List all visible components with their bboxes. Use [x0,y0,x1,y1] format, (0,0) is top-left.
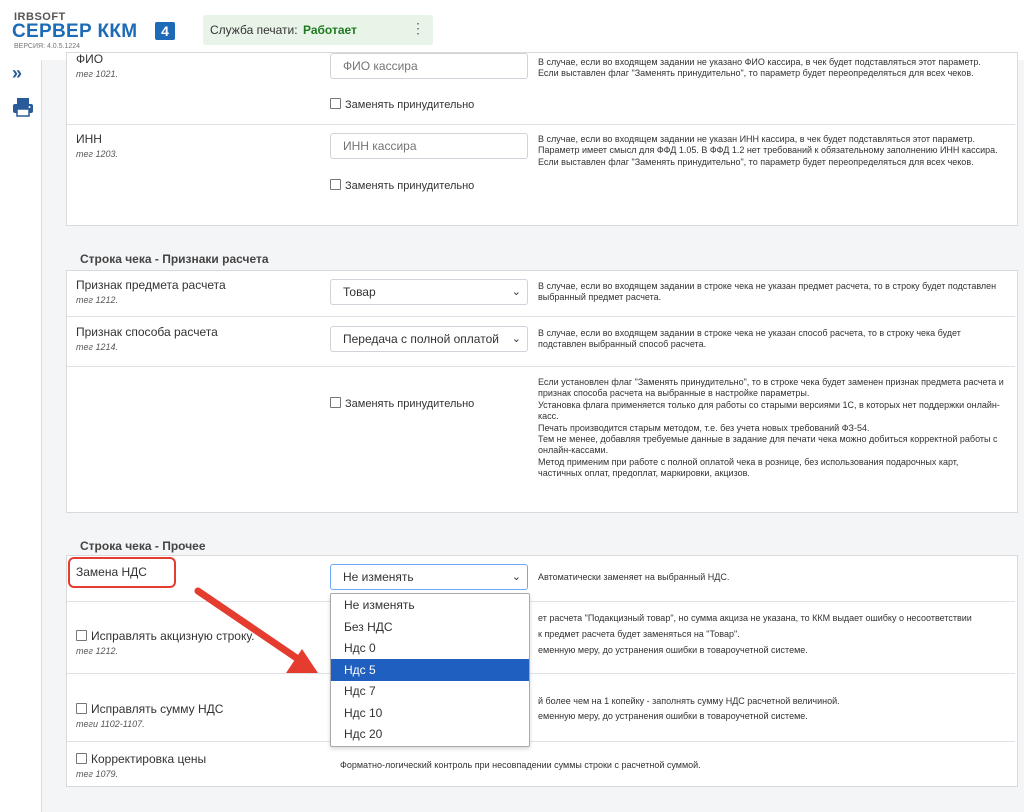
section-title-other: Строка чека - Прочее [80,539,206,553]
method-label: Признак способа расчета [76,325,218,339]
fio-force-label: Заменять принудительно [345,99,475,111]
print-service-label: Служба печати: [210,23,298,37]
desc-line: Печать производится старым методом, т.е.… [538,422,870,433]
fio-description: В случае, если во входящем задании не ук… [538,57,1004,80]
excise-description: ет расчета "Подакцизный товар", но сумма… [538,610,1004,658]
subject-description: В случае, если во входящем задании в стр… [538,281,997,303]
desc-line: Если выставлен флаг "Заменять принудител… [538,156,974,167]
kebab-menu-icon[interactable]: ⋮ [411,20,425,40]
fio-tag: тег 1021. [76,69,118,79]
inn-tag: тег 1203. [76,149,118,159]
logo-title: СЕРВЕР ККМ [12,21,138,42]
fio-force-checkbox[interactable]: Заменять принудительно [330,98,474,111]
inn-label: ИНН [76,132,102,146]
chevron-down-icon: ⌄ [511,286,521,298]
checkbox-icon [76,753,87,764]
excise-tag: тег 1212. [76,646,118,656]
subject-label: Признак предмета расчета [76,278,226,292]
desc-line: Параметр имеет смысл для ФФД 1.05. В ФФД… [538,145,998,156]
desc-line: Метод применим при работе с полной оплат… [538,456,959,479]
method-description: В случае, если во входящем задании в стр… [538,328,961,350]
vat-select-value: Не изменять [343,570,414,584]
method-tag: тег 1214. [76,342,118,352]
vat-option[interactable]: Не изменять [331,594,529,616]
desc-line: В случае, если во входящем задании не ук… [538,57,981,67]
row-divider [67,741,1015,742]
payment-force-label: Заменять принудительно [345,398,475,410]
fio-input[interactable] [330,53,528,79]
checkbox-icon [330,397,341,408]
sidebar [0,60,42,812]
desc-line: Если выставлен флаг "Заменять принудител… [538,68,974,79]
desc-line: к предмет расчета будет заменяться на "Т… [538,629,740,639]
subject-select-value: Товар [343,285,376,299]
price-correction-tag: тег 1079. [76,769,118,779]
vat-option-highlighted[interactable]: Ндс 5 [331,658,529,681]
method-select[interactable]: Передача с полной оплатой ⌄ [330,326,528,352]
checkbox-icon [76,630,87,641]
vat-select[interactable]: Не изменять ⌄ [330,564,528,590]
inn-force-label: Заменять принудительно [345,180,475,192]
desc-line: Установка флага применяется только для р… [538,399,1000,422]
payment-force-checkbox[interactable]: Заменять принудительно [330,397,474,410]
inn-input[interactable] [330,133,528,159]
app-version: ВЕРСИЯ: 4.0.5.1224 [14,43,81,50]
desc-line: ет расчета "Подакцизный товар", но сумма… [538,613,972,623]
printer-icon[interactable] [12,96,34,118]
desc-line: Если установлен флаг "Заменять принудите… [538,377,1004,399]
section-title-payment: Строка чека - Признаки расчета [80,252,269,266]
price-correction-checkbox[interactable]: Корректировка цены [76,752,206,766]
method-select-value: Передача с полной оплатой [343,332,499,346]
price-correction-label: Корректировка цены [91,752,207,766]
chevron-down-icon: ⌄ [511,571,521,583]
vat-option[interactable]: Ндс 10 [331,702,529,724]
row-divider [67,316,1015,317]
chevron-down-icon: ⌄ [511,333,521,345]
subject-select[interactable]: Товар ⌄ [330,279,528,305]
checkbox-icon [76,703,87,714]
desc-line: й более чем на 1 копейку - заполнять сум… [538,696,840,706]
desc-line: Тем не менее, добавляя требуемые данные … [538,434,998,456]
annotation-arrow-icon [194,587,318,673]
vat-description: Автоматически заменяет на выбранный НДС. [538,572,730,582]
vat-sum-label: Исправлять сумму НДС [91,702,224,716]
payment-force-description: Если установлен флаг "Заменять принудите… [538,377,1004,480]
row-divider [67,366,1015,367]
checkbox-icon [330,98,341,109]
desc-line: еменную меру, до устранения ошибки в тов… [538,711,808,721]
vat-option[interactable]: Без НДС [331,616,529,638]
subject-tag: тег 1212. [76,295,118,305]
vat-sum-description: й более чем на 1 копейку - заполнять сум… [538,694,1004,724]
annotation-highlight-box [68,557,176,588]
fio-label: ФИО [76,52,104,66]
print-service-status: Работает [303,23,357,37]
inn-description: В случае, если во входящем задании не ук… [538,134,1004,168]
row-divider [67,124,1015,125]
price-correction-description: Форматно-логический контроль при несовпа… [340,760,701,770]
vat-option[interactable]: Ндс 20 [331,723,529,745]
expand-icon[interactable]: » [12,63,22,84]
checkbox-icon [330,179,341,190]
desc-line: В случае, если во входящем задании не ук… [538,134,975,144]
vat-option[interactable]: Ндс 7 [331,680,529,702]
vat-sum-checkbox[interactable]: Исправлять сумму НДС [76,702,223,716]
logo-badge: 4 [155,22,175,40]
desc-line: еменную меру, до устранения ошибки в тов… [538,645,808,655]
vat-sum-tag: теги 1102-1107. [76,719,145,729]
vat-dropdown-list: Не изменять Без НДС Ндс 0 Ндс 5 Ндс 7 Нд… [330,593,530,747]
vat-option[interactable]: Ндс 0 [331,637,529,659]
inn-force-checkbox[interactable]: Заменять принудительно [330,179,474,192]
